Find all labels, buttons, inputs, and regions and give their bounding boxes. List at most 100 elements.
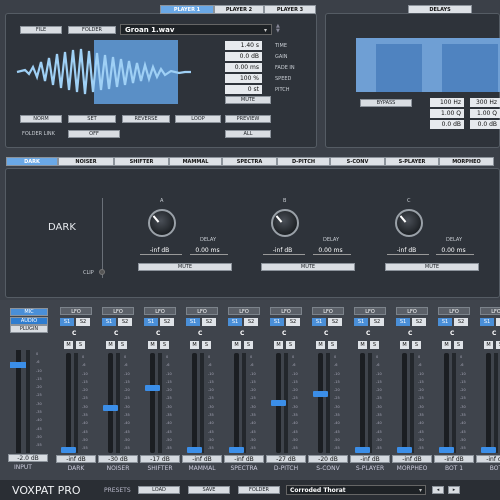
delay-gain-2-field[interactable]: 0.0 dB xyxy=(470,120,500,129)
fader-thumb[interactable] xyxy=(145,384,160,391)
tab-player-3[interactable]: PLAYER 3 xyxy=(264,5,316,14)
lfo-button[interactable]: LFO xyxy=(144,307,176,315)
channel-c-gain[interactable]: -inf dB xyxy=(387,246,429,255)
s1-button[interactable]: S1 xyxy=(312,318,326,326)
lfo-button[interactable]: LFO xyxy=(186,307,218,315)
fade-in-field[interactable]: 0.00 ms xyxy=(225,63,262,72)
input-fader-thumb[interactable] xyxy=(10,362,26,368)
file-button[interactable]: FILE xyxy=(20,26,62,34)
channel-a-knob[interactable] xyxy=(148,209,176,237)
preset-select[interactable]: Corroded Thorat ▾ xyxy=(286,485,426,495)
delay-gain-1-field[interactable]: 0.0 dB xyxy=(430,120,464,129)
tab-d-pitch[interactable]: D-PITCH xyxy=(277,157,330,166)
folder-button[interactable]: FOLDER xyxy=(68,26,116,34)
lfo-button[interactable]: LFO xyxy=(60,307,92,315)
fader-value[interactable]: -inf dB xyxy=(56,455,96,463)
speed-field[interactable]: 100 % xyxy=(225,74,262,83)
set-button[interactable]: SET xyxy=(68,115,116,123)
channel-a-gain[interactable]: -inf dB xyxy=(140,246,182,255)
pitch-field[interactable]: 0 st xyxy=(225,85,262,94)
s2-button[interactable]: S2 xyxy=(202,318,216,326)
tab-player-2[interactable]: PLAYER 2 xyxy=(214,5,264,14)
channel-c-delay[interactable]: 0.00 ms xyxy=(436,246,474,255)
fader-thumb[interactable] xyxy=(439,447,454,453)
fader-value[interactable]: -inf dB xyxy=(182,455,222,463)
s2-button[interactable]: S2 xyxy=(286,318,300,326)
fader-value[interactable]: -30 dB xyxy=(98,455,138,463)
s2-button[interactable]: S2 xyxy=(370,318,384,326)
all-button[interactable]: ALL xyxy=(225,130,271,138)
tab-noiser[interactable]: NOISER xyxy=(58,157,114,166)
fader-thumb[interactable] xyxy=(229,447,244,453)
solo-button[interactable]: S xyxy=(76,341,85,349)
fader-thumb[interactable] xyxy=(271,400,286,406)
channel-b-mute[interactable]: MUTE xyxy=(261,263,355,271)
s2-button[interactable]: S2 xyxy=(118,318,132,326)
s1-button[interactable]: S1 xyxy=(270,318,284,326)
s2-button[interactable]: S2 xyxy=(496,318,500,326)
delay-graph[interactable] xyxy=(356,38,500,92)
next-preset-button[interactable]: ▸ xyxy=(448,486,460,494)
plugin-button[interactable]: PLUGIN xyxy=(10,325,48,333)
lfo-button[interactable]: LFO xyxy=(354,307,386,315)
lfo-button[interactable]: LFO xyxy=(312,307,344,315)
s1-button[interactable]: S1 xyxy=(396,318,410,326)
tab-shifter[interactable]: SHIFTER xyxy=(114,157,169,166)
channel-c-mute[interactable]: MUTE xyxy=(385,263,479,271)
fader-value[interactable]: -27 dB xyxy=(266,455,306,463)
solo-button[interactable]: S xyxy=(454,341,463,349)
lfo-button[interactable]: LFO xyxy=(102,307,134,315)
s1-button[interactable]: S1 xyxy=(354,318,368,326)
solo-button[interactable]: S xyxy=(496,341,500,349)
s1-button[interactable]: S1 xyxy=(102,318,116,326)
solo-button[interactable]: S xyxy=(160,341,169,349)
channel-b-gain[interactable]: -inf dB xyxy=(263,246,305,255)
folder-preset-button[interactable]: FOLDER xyxy=(238,486,280,494)
channel-a-mute[interactable]: MUTE xyxy=(138,263,232,271)
tab-mammal[interactable]: MAMMAL xyxy=(169,157,222,166)
tab-morpheo[interactable]: MORPHEO xyxy=(439,157,494,166)
freq-1-field[interactable]: 100 Hz xyxy=(430,98,464,107)
fader-value[interactable]: -inf dB xyxy=(434,455,474,463)
tab-s-player[interactable]: S-PLAYER xyxy=(385,157,439,166)
tab-spectra[interactable]: SPECTRA xyxy=(222,157,277,166)
mute-button[interactable]: M xyxy=(274,341,283,349)
solo-button[interactable]: S xyxy=(328,341,337,349)
solo-button[interactable]: S xyxy=(118,341,127,349)
fader-thumb[interactable] xyxy=(397,447,412,453)
solo-button[interactable]: S xyxy=(286,341,295,349)
s1-button[interactable]: S1 xyxy=(438,318,452,326)
file-select[interactable]: Groan 1.wav ▾ xyxy=(120,24,272,35)
channel-b-delay[interactable]: 0.00 ms xyxy=(313,246,351,255)
s1-button[interactable]: S1 xyxy=(186,318,200,326)
lfo-button[interactable]: LFO xyxy=(480,307,500,315)
fader-value[interactable]: -inf dB xyxy=(476,455,500,463)
channel-a-delay[interactable]: 0.00 ms xyxy=(190,246,228,255)
mute-button[interactable]: M xyxy=(316,341,325,349)
s2-button[interactable]: S2 xyxy=(328,318,342,326)
player-mute-button[interactable]: MUTE xyxy=(225,96,271,104)
mute-button[interactable]: M xyxy=(106,341,115,349)
solo-button[interactable]: S xyxy=(412,341,421,349)
q-2-field[interactable]: 1.00 Q xyxy=(470,109,500,118)
audio-button[interactable]: AUDIO xyxy=(10,317,48,325)
mute-button[interactable]: M xyxy=(148,341,157,349)
mute-button[interactable]: M xyxy=(442,341,451,349)
time-field[interactable]: 1.40 s xyxy=(225,41,262,50)
save-button[interactable]: SAVE xyxy=(188,486,230,494)
fader-value[interactable]: -20 dB xyxy=(308,455,348,463)
input-value[interactable]: -2.0 dB xyxy=(8,454,48,462)
fader-thumb[interactable] xyxy=(313,390,328,397)
fader-value[interactable]: -17 dB xyxy=(140,455,180,463)
tab-dark[interactable]: DARK xyxy=(6,157,58,166)
solo-button[interactable]: S xyxy=(202,341,211,349)
norm-button[interactable]: NORM xyxy=(20,115,62,123)
solo-button[interactable]: S xyxy=(244,341,253,349)
mute-button[interactable]: M xyxy=(484,341,493,349)
channel-b-knob[interactable] xyxy=(271,209,299,237)
s1-button[interactable]: S1 xyxy=(60,318,74,326)
load-button[interactable]: LOAD xyxy=(138,486,180,494)
folder-link-toggle[interactable]: OFF xyxy=(68,130,120,138)
fader-thumb[interactable] xyxy=(187,447,202,453)
s2-button[interactable]: S2 xyxy=(244,318,258,326)
